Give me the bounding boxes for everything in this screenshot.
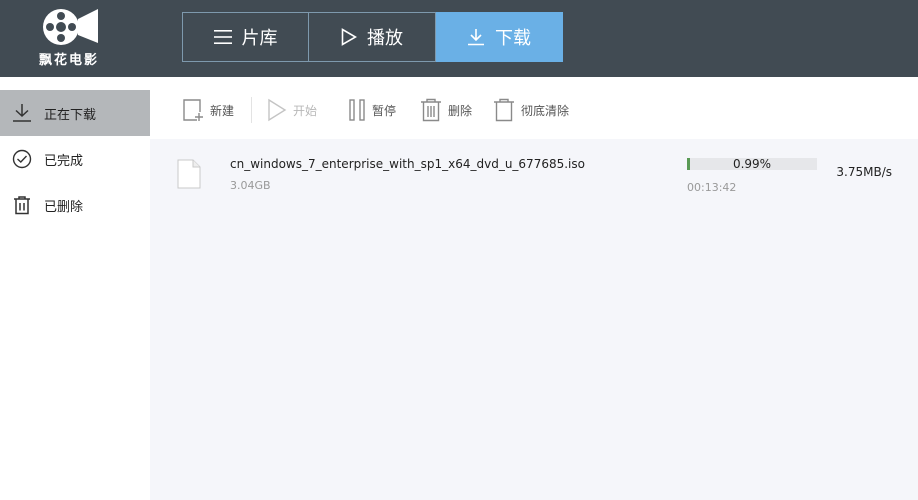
download-icon xyxy=(468,29,484,46)
tab-download[interactable]: 下载 xyxy=(436,12,563,62)
delete-label: 删除 xyxy=(448,103,473,118)
new-file-icon xyxy=(183,99,203,121)
trash-icon xyxy=(14,196,30,215)
sidebar-item-label: 正在下载 xyxy=(44,107,97,123)
app-logo: 飘花电影 xyxy=(34,5,104,69)
progress-percent: 0.99% xyxy=(732,157,772,171)
toolbar: 新建 开始 暂停 删除 彻底清除 xyxy=(150,77,918,139)
new-button[interactable]: 新建 xyxy=(182,97,234,123)
tab-library[interactable]: 片库 xyxy=(182,12,309,62)
list-icon xyxy=(213,30,232,44)
start-label: 开始 xyxy=(293,103,318,118)
tab-label: 播放 xyxy=(367,28,403,49)
start-button[interactable]: 开始 xyxy=(267,97,317,123)
sidebar-item-downloading[interactable]: 正在下载 xyxy=(0,90,150,136)
trash-icon xyxy=(421,98,441,122)
check-circle-icon xyxy=(12,149,32,169)
purge-label: 彻底清除 xyxy=(521,103,570,118)
play-icon xyxy=(268,98,287,122)
tab-play[interactable]: 播放 xyxy=(309,12,436,62)
pause-label: 暂停 xyxy=(372,103,397,118)
sidebar: 正在下载 已完成 已删除 xyxy=(0,77,150,500)
delete-button[interactable]: 删除 xyxy=(420,97,472,123)
download-row[interactable]: cn_windows_7_enterprise_with_sp1_x64_dvd… xyxy=(150,149,918,199)
title-bar: 飘花电影 片库 播放 下载 xyxy=(0,0,918,77)
sidebar-item-deleted[interactable]: 已删除 xyxy=(0,182,150,228)
purge-button[interactable]: 彻底清除 xyxy=(493,97,569,123)
download-speed: 3.75MB/s xyxy=(836,165,892,179)
film-camera-icon xyxy=(43,9,98,45)
play-icon xyxy=(341,28,357,46)
download-list: cn_windows_7_enterprise_with_sp1_x64_dvd… xyxy=(150,139,918,500)
file-icon xyxy=(177,159,201,189)
tab-label: 下载 xyxy=(495,28,531,49)
pause-button[interactable]: 暂停 xyxy=(348,97,396,123)
pause-icon xyxy=(349,99,365,121)
remaining-time: 00:13:42 xyxy=(687,181,737,194)
main-tabs: 片库 播放 下载 xyxy=(182,12,563,62)
file-name: cn_windows_7_enterprise_with_sp1_x64_dvd… xyxy=(230,157,585,171)
file-size: 3.04GB xyxy=(230,179,271,192)
tab-label: 片库 xyxy=(241,28,278,49)
new-label: 新建 xyxy=(210,103,235,118)
download-icon xyxy=(13,104,31,122)
sidebar-item-label: 已删除 xyxy=(44,199,84,215)
logo-text: 飘花电影 xyxy=(38,53,99,68)
sidebar-item-label: 已完成 xyxy=(44,153,84,169)
trash-icon xyxy=(494,98,514,122)
sidebar-item-completed[interactable]: 已完成 xyxy=(0,136,150,182)
toolbar-divider xyxy=(251,97,252,123)
